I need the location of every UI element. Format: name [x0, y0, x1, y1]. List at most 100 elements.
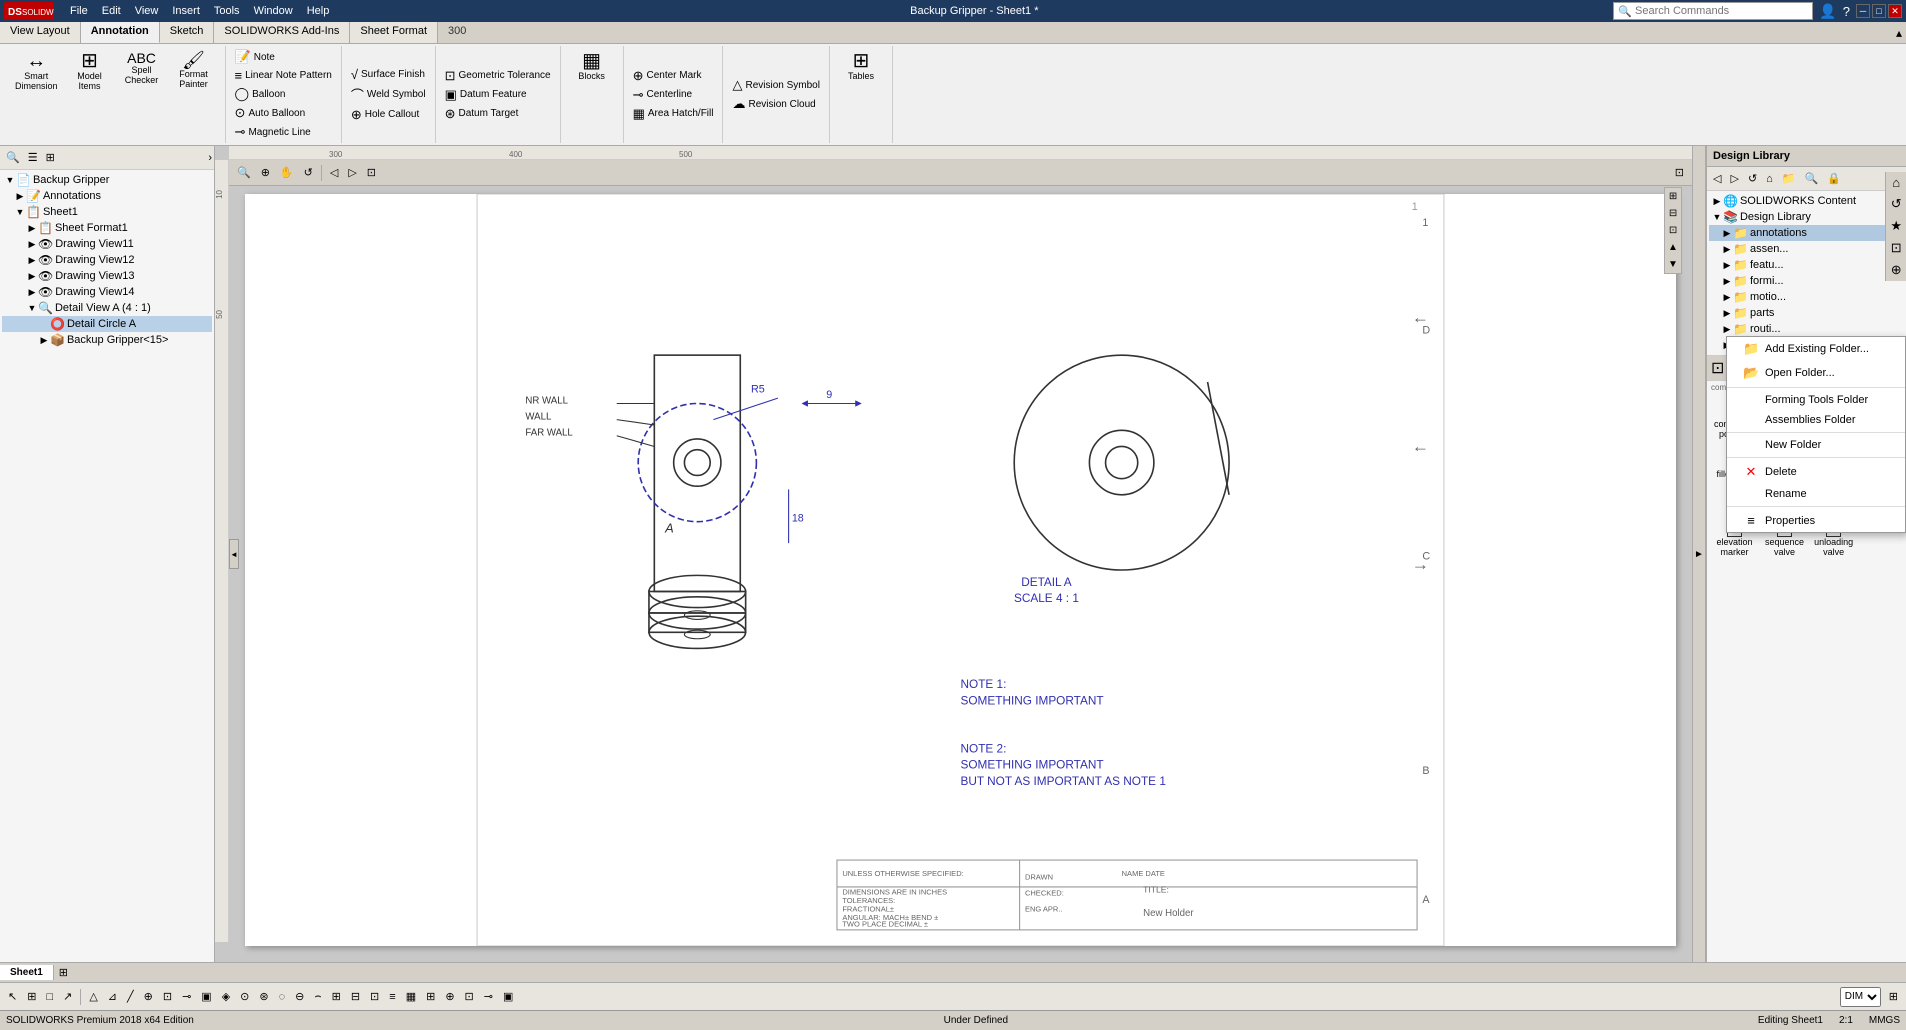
sheet-tab-sheet1[interactable]: Sheet1: [0, 965, 54, 980]
ctx-open-folder[interactable]: 📂 Open Folder...: [1727, 361, 1905, 385]
bt8[interactable]: ⊕: [140, 987, 157, 1006]
tree-formi[interactable]: ▶ 📁 formi...: [1709, 273, 1904, 289]
dim-extra-button[interactable]: ⊞: [1885, 987, 1902, 1006]
bt17[interactable]: ⌢: [310, 987, 325, 1006]
add-folder-lib-button[interactable]: 📁: [1778, 169, 1800, 188]
model-items-button[interactable]: ⊞ ModelItems: [65, 48, 115, 94]
tree-item-view12[interactable]: ▶ 👁 Drawing View12: [2, 252, 212, 268]
format-painter-button[interactable]: 🖌 FormatPainter: [169, 48, 219, 94]
dim-dropdown[interactable]: DIM: [1840, 987, 1881, 1007]
spell-checker-button[interactable]: ABC SpellChecker: [117, 48, 167, 94]
menu-window[interactable]: Window: [248, 3, 299, 19]
close-button[interactable]: ✕: [1888, 4, 1902, 18]
bt12[interactable]: ◈: [218, 987, 234, 1006]
home-lib-button[interactable]: ⌂: [1886, 172, 1906, 193]
help-icon[interactable]: ?: [1843, 4, 1850, 19]
balloon-button[interactable]: ◯ Balloon: [232, 85, 335, 103]
tree-design-library[interactable]: ▼ 📚 Design Library: [1709, 209, 1904, 225]
tree-annotations-lib[interactable]: ▶ 📁 annotations: [1709, 225, 1904, 241]
datum-feature-button[interactable]: ▣ Datum Feature: [442, 86, 554, 104]
bt15[interactable]: ◌: [275, 988, 290, 1006]
next-view-button[interactable]: ▷: [344, 163, 360, 182]
tree-item-detail-circle-a[interactable]: ⭕ Detail Circle A: [2, 316, 212, 332]
revision-symbol-button[interactable]: △ Revision Symbol: [729, 76, 822, 94]
drawing-canvas[interactable]: 1 ← ← →: [245, 194, 1676, 946]
zoom-out-canvas[interactable]: ⊟: [1665, 205, 1681, 222]
linear-note-pattern-button[interactable]: ≡ Linear Note Pattern: [232, 67, 335, 84]
icon-view-button[interactable]: ⊞: [42, 148, 59, 167]
maximize-button[interactable]: □: [1872, 4, 1886, 18]
tree-item-view13[interactable]: ▶ 👁 Drawing View13: [2, 268, 212, 284]
datum-target-button[interactable]: ⊛ Datum Target: [442, 105, 554, 123]
favorites-lib-button[interactable]: ★: [1886, 215, 1906, 237]
ctx-rename[interactable]: Rename: [1727, 484, 1905, 504]
menu-help[interactable]: Help: [301, 3, 336, 19]
zoom-fit-button[interactable]: 🔍: [233, 163, 255, 182]
user-icon[interactable]: 👤: [1819, 3, 1836, 20]
blocks-button[interactable]: ▦ Blocks: [567, 48, 617, 84]
center-mark-button[interactable]: ⊕ Center Mark: [630, 67, 717, 85]
zoom-in-canvas[interactable]: ⊞: [1665, 188, 1681, 205]
surface-finish-button[interactable]: √ Surface Finish: [348, 66, 429, 83]
tree-motio[interactable]: ▶ 📁 motio...: [1709, 289, 1904, 305]
filter-button[interactable]: 🔍: [2, 148, 24, 167]
3d-lib-button[interactable]: ⊕: [1886, 259, 1906, 281]
bt22[interactable]: ▦: [402, 987, 420, 1006]
add-sheet-button[interactable]: ⊞: [54, 965, 73, 980]
forward-lib-button[interactable]: ▷: [1726, 169, 1742, 188]
canvas-collapse[interactable]: ⊡: [1671, 163, 1688, 182]
bt20[interactable]: ⊡: [366, 987, 383, 1006]
menu-view[interactable]: View: [129, 3, 165, 19]
tree-parts[interactable]: ▶ 📁 parts: [1709, 305, 1904, 321]
tree-item-view11[interactable]: ▶ 👁 Drawing View11: [2, 236, 212, 252]
bt14[interactable]: ⊛: [255, 987, 272, 1006]
ctx-delete[interactable]: ✕ Delete: [1727, 460, 1905, 484]
bt10[interactable]: ⊸: [178, 987, 195, 1006]
pan-button[interactable]: ✋: [276, 163, 298, 182]
view-options-button[interactable]: ⊡: [363, 163, 380, 182]
bt11[interactable]: ▣: [197, 987, 215, 1006]
tree-item-backup-gripper[interactable]: ▼ 📄 Backup Gripper: [2, 172, 212, 188]
menu-edit[interactable]: Edit: [96, 3, 127, 19]
magnetic-line-button[interactable]: ⊸ Magnetic Line: [232, 123, 335, 141]
bt25[interactable]: ⊡: [461, 987, 478, 1006]
tree-item-sheet-format1[interactable]: ▶ 📋 Sheet Format1: [2, 220, 212, 236]
zoom-area-button[interactable]: ⊕: [257, 163, 274, 182]
bt4[interactable]: ↗: [59, 987, 76, 1006]
search-lib-button[interactable]: 🔍: [1801, 169, 1823, 188]
tree-assem[interactable]: ▶ 📁 assen...: [1709, 241, 1904, 257]
tree-featu[interactable]: ▶ 📁 featu...: [1709, 257, 1904, 273]
bt1[interactable]: ↖: [4, 987, 21, 1006]
ctx-new-folder[interactable]: New Folder: [1727, 435, 1905, 455]
left-collapse-handle[interactable]: ◄: [229, 539, 239, 569]
fit-view-button[interactable]: ⊡: [1671, 163, 1688, 182]
home2-lib-button[interactable]: ⌂: [1762, 170, 1777, 188]
prev-view-canvas[interactable]: ▲: [1664, 239, 1682, 256]
tree-item-view14[interactable]: ▶ 👁 Drawing View14: [2, 284, 212, 300]
tree-item-backup-gripper-15[interactable]: ▶ 📦 Backup Gripper<15>: [2, 332, 212, 348]
bt13[interactable]: ⊙: [236, 987, 253, 1006]
bt21[interactable]: ≡: [385, 988, 399, 1006]
geometric-tolerance-button[interactable]: ⊡ Geometric Tolerance: [442, 67, 554, 85]
bt18[interactable]: ⊞: [328, 987, 345, 1006]
tables-button[interactable]: ⊞ Tables: [836, 48, 886, 84]
bt23[interactable]: ⊞: [422, 987, 439, 1006]
menu-insert[interactable]: Insert: [166, 3, 206, 19]
search-box[interactable]: 🔍: [1613, 2, 1813, 20]
tab-sketch[interactable]: Sketch: [160, 22, 215, 43]
menu-tools[interactable]: Tools: [208, 3, 246, 19]
auto-balloon-button[interactable]: ⊙ Auto Balloon: [232, 104, 335, 122]
rotate-button[interactable]: ↺: [300, 163, 317, 182]
menu-file[interactable]: File: [64, 3, 94, 19]
ctx-add-existing-folder[interactable]: 📁 Add Existing Folder...: [1727, 337, 1905, 361]
tab-sheet-format[interactable]: Sheet Format: [350, 22, 438, 43]
bt6[interactable]: ⊿: [104, 987, 121, 1006]
revision-cloud-button[interactable]: ☁ Revision Cloud: [729, 95, 822, 113]
tab-view-layout[interactable]: View Layout: [0, 22, 81, 43]
bt7[interactable]: ╱: [123, 987, 138, 1006]
bt9[interactable]: ⊡: [159, 987, 176, 1006]
smart-dimension-button[interactable]: ↔ SmartDimension: [10, 48, 63, 94]
bt2[interactable]: ⊞: [23, 987, 40, 1006]
minimize-button[interactable]: ─: [1856, 4, 1870, 18]
collapse-ribbon[interactable]: ▴: [1896, 22, 1906, 43]
